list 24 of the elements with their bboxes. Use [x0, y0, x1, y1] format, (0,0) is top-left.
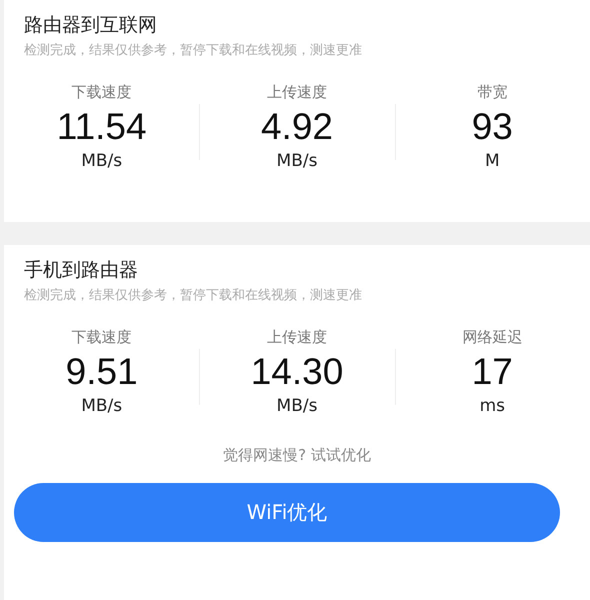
- wifi-optimize-button[interactable]: WiFi优化: [14, 483, 560, 542]
- metric-unit: MB/s: [81, 150, 122, 172]
- section-title: 手机到路由器: [23, 258, 139, 283]
- metric-unit: M: [484, 150, 500, 172]
- metric-value: 17: [472, 351, 513, 393]
- metric-label: 下载速度: [72, 82, 132, 102]
- metric-label: 带宽: [477, 82, 508, 102]
- hint-text: 觉得网速慢? 试试优化: [223, 445, 371, 465]
- section-title: 路由器到互联网: [23, 13, 158, 38]
- metric-value: 93: [472, 106, 513, 148]
- metric-value: 9.51: [66, 351, 138, 393]
- metric-label: 上传速度: [266, 327, 327, 347]
- metric-label: 下载速度: [72, 327, 132, 347]
- metric-value: 14.30: [250, 351, 344, 393]
- metric-unit: MB/s: [276, 150, 318, 172]
- metric-label: 网络延迟: [462, 327, 522, 347]
- metric-label: 上传速度: [266, 82, 327, 102]
- metric-value: 4.92: [260, 106, 333, 148]
- metric-unit: MB/s: [276, 395, 318, 417]
- section-note: 检测完成，结果仅供参考，暂停下载和在线视频，测速更准: [23, 42, 363, 60]
- metric-unit: MB/s: [81, 395, 122, 417]
- metric-value: 11.54: [56, 106, 147, 148]
- section-note: 检测完成，结果仅供参考，暂停下载和在线视频，测速更准: [23, 287, 363, 305]
- metric-unit: ms: [480, 395, 506, 417]
